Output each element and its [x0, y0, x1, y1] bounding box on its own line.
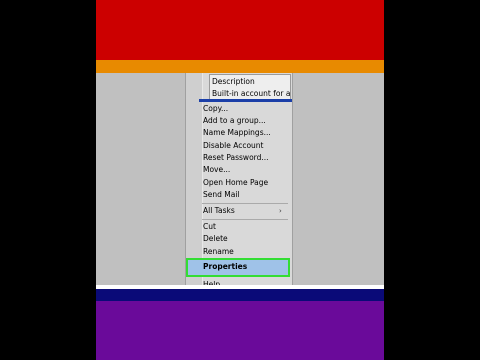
menu-item-name-mappings[interactable]: Name Mappings... — [203, 127, 287, 139]
accent-band — [96, 60, 384, 73]
menu-item-open-home-page[interactable]: Open Home Page — [203, 177, 287, 189]
menu-icon-gutter — [186, 73, 203, 285]
column-header-description[interactable]: Description — [210, 76, 290, 88]
menu-separator — [202, 203, 288, 204]
menu-item-disable-account[interactable]: Disable Account — [203, 140, 287, 152]
menu-item-properties[interactable]: Properties — [203, 261, 247, 273]
menu-separator — [202, 219, 288, 220]
menu-item-all-tasks[interactable]: All Tasks — [203, 205, 287, 217]
menu-item-send-mail[interactable]: Send Mail — [203, 189, 287, 201]
menu-item-cut[interactable]: Cut — [203, 221, 287, 233]
menu-item-delete[interactable]: Delete — [203, 233, 287, 245]
menu-item-help-partial[interactable]: Help — [203, 279, 223, 285]
menu-item-copy[interactable]: Copy... — [203, 103, 287, 115]
menu-item-rename[interactable]: Rename — [203, 246, 287, 258]
menu-item-add-to-group[interactable]: Add to a group... — [203, 115, 287, 127]
video-frame: Description Built-in account for ad... C… — [96, 0, 384, 360]
bottom-color-band — [96, 301, 384, 360]
selection-bar — [199, 99, 292, 102]
chevron-right-icon: › — [279, 207, 282, 215]
top-color-band — [96, 0, 384, 60]
navy-divider — [96, 289, 384, 301]
account-list-panel: Description Built-in account for ad... — [209, 74, 291, 102]
menu-item-move[interactable]: Move... — [203, 164, 287, 176]
menu-item-reset-password[interactable]: Reset Password... — [203, 152, 287, 164]
